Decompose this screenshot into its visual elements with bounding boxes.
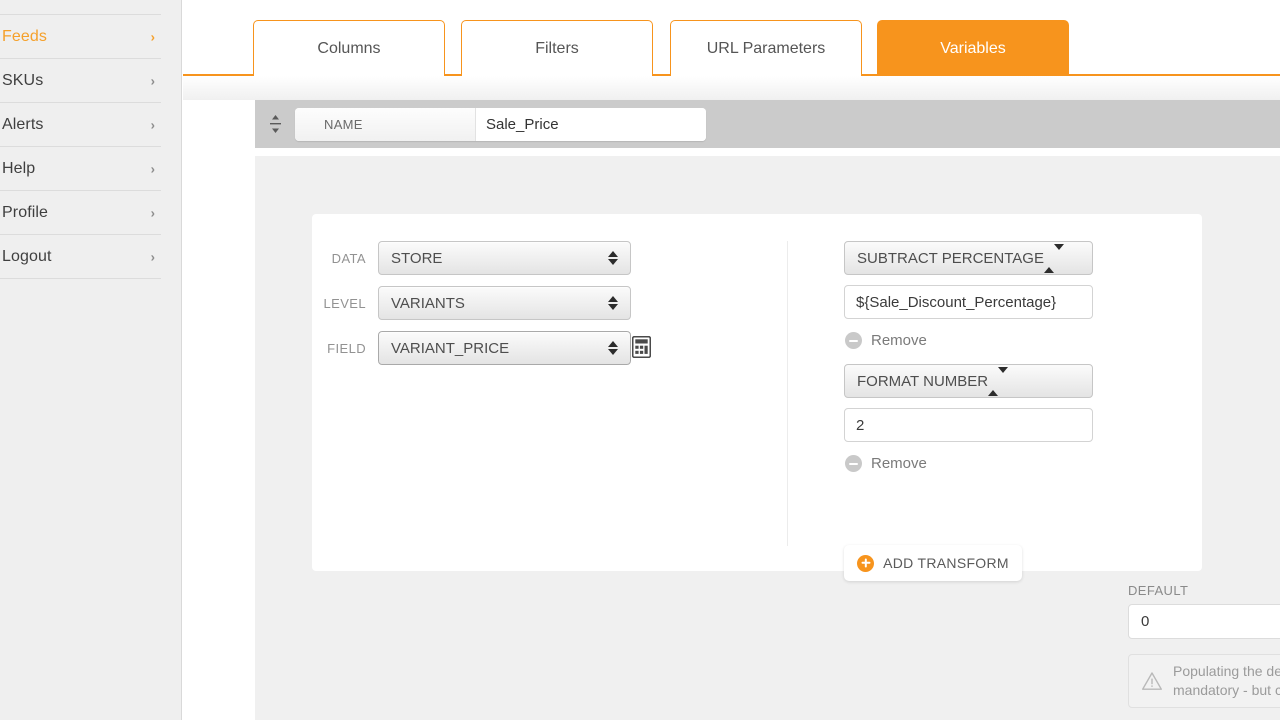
add-transform-label: ADD TRANSFORM bbox=[883, 555, 1009, 571]
tab-label: Variables bbox=[940, 39, 1006, 57]
tab-bar: Columns Filters URL Parameters Variables bbox=[183, 0, 1280, 76]
stepper-arrows-icon bbox=[988, 366, 1009, 396]
chevron-right-icon: › bbox=[150, 161, 155, 176]
sidebar-item-label: Help bbox=[2, 159, 36, 177]
data-select-value: STORE bbox=[391, 249, 443, 267]
variable-name-field-group: NAME bbox=[295, 108, 706, 141]
tab-label: Filters bbox=[535, 39, 579, 57]
stepper-arrows-icon bbox=[608, 251, 618, 265]
chevron-right-icon: › bbox=[150, 117, 155, 132]
field-select-value: VARIANT_PRICE bbox=[391, 339, 510, 357]
minus-circle-icon bbox=[845, 332, 862, 349]
name-legend-label: NAME bbox=[295, 108, 476, 141]
chevron-right-icon: › bbox=[150, 205, 155, 220]
variable-name-input[interactable] bbox=[476, 108, 706, 141]
sidebar-item-alerts[interactable]: Alerts › bbox=[0, 103, 161, 147]
level-row: LEVEL VARIANTS bbox=[312, 286, 631, 320]
level-select[interactable]: VARIANTS bbox=[378, 286, 631, 320]
data-label: DATA bbox=[331, 250, 366, 266]
sidebar-item-label: Alerts bbox=[2, 115, 44, 133]
data-row: DATA STORE bbox=[312, 241, 631, 275]
sidebar-item-label: Feeds bbox=[2, 27, 47, 45]
remove-label: Remove bbox=[871, 455, 927, 472]
sidebar-item-help[interactable]: Help › bbox=[0, 147, 161, 191]
warning-triangle-icon bbox=[1142, 672, 1162, 690]
tab-variables[interactable]: Variables bbox=[877, 20, 1069, 76]
transform-value-input-0[interactable] bbox=[844, 285, 1093, 319]
field-row: FIELD VARIANT_PRICE bbox=[312, 329, 652, 367]
remove-label: Remove bbox=[871, 332, 927, 349]
add-transform-button[interactable]: ADD TRANSFORM bbox=[844, 545, 1022, 581]
transform-type-select-1[interactable]: FORMAT NUMBER bbox=[844, 364, 1093, 398]
stepper-arrows-icon bbox=[608, 341, 618, 355]
card-column-divider bbox=[787, 241, 788, 546]
level-select-value: VARIANTS bbox=[391, 294, 465, 312]
transform-type-value: FORMAT NUMBER bbox=[857, 372, 989, 390]
default-value-group: DEFAULT bbox=[1128, 583, 1280, 639]
default-label: DEFAULT bbox=[1128, 583, 1189, 598]
transform-type-select-0[interactable]: SUBTRACT PERCENTAGE bbox=[844, 241, 1093, 275]
sidebar-item-label: Logout bbox=[2, 247, 52, 265]
plus-circle-icon bbox=[857, 554, 875, 572]
minus-circle-icon bbox=[845, 455, 862, 472]
tab-label: Columns bbox=[317, 39, 381, 57]
data-select[interactable]: STORE bbox=[378, 241, 631, 275]
sidebar-item-label: Profile bbox=[2, 203, 49, 221]
main-content: Columns Filters URL Parameters Variables bbox=[183, 0, 1280, 720]
sidebar-item-feeds[interactable]: Feeds › bbox=[0, 15, 161, 59]
default-value-hint: Populating the default value is not mand… bbox=[1128, 654, 1280, 708]
default-value-hint-text: Populating the default value is not mand… bbox=[1173, 663, 1280, 698]
stepper-arrows-icon bbox=[1043, 243, 1064, 273]
sidebar-item-profile[interactable]: Profile › bbox=[0, 191, 161, 235]
transform-card: DATA STORE LEVEL VARIANTS FIELD VARIANT_… bbox=[312, 214, 1202, 581]
calculator-icon[interactable] bbox=[631, 335, 652, 359]
chevron-right-icon: › bbox=[150, 249, 155, 264]
tab-filters[interactable]: Filters bbox=[461, 20, 653, 76]
stepper-arrows-icon bbox=[608, 296, 618, 310]
sidebar: Feeds › SKUs › Alerts › Help › Profile ›… bbox=[0, 0, 182, 720]
field-label: FIELD bbox=[327, 340, 366, 356]
sidebar-item-logout[interactable]: Logout › bbox=[0, 235, 161, 279]
sidebar-nav: Feeds › SKUs › Alerts › Help › Profile ›… bbox=[0, 15, 182, 279]
drag-vertical-icon[interactable] bbox=[263, 112, 287, 136]
chevron-right-icon: › bbox=[150, 73, 155, 88]
level-label: LEVEL bbox=[323, 295, 366, 311]
transform-value-input-1[interactable] bbox=[844, 408, 1093, 442]
field-select[interactable]: VARIANT_PRICE bbox=[376, 329, 633, 367]
sidebar-item-label: SKUs bbox=[2, 71, 44, 89]
tab-label: URL Parameters bbox=[706, 39, 826, 57]
sidebar-item-skus[interactable]: SKUs › bbox=[0, 59, 161, 103]
tabs-shadow-strip bbox=[183, 76, 1280, 100]
transform-type-value: SUBTRACT PERCENTAGE bbox=[857, 249, 1044, 267]
sidebar-right-rule bbox=[181, 0, 182, 720]
tab-columns[interactable]: Columns bbox=[253, 20, 445, 76]
chevron-right-icon: › bbox=[150, 29, 155, 44]
remove-transform-1[interactable]: Remove bbox=[845, 455, 927, 472]
remove-transform-0[interactable]: Remove bbox=[845, 332, 927, 349]
variable-editor-body: DATA STORE LEVEL VARIANTS FIELD VARIANT_… bbox=[255, 156, 1280, 720]
default-value-input[interactable] bbox=[1128, 604, 1280, 639]
variable-header-bar: NAME bbox=[255, 100, 1280, 148]
tab-url-parameters[interactable]: URL Parameters bbox=[670, 20, 862, 76]
app-root: Feeds › SKUs › Alerts › Help › Profile ›… bbox=[0, 0, 1280, 720]
